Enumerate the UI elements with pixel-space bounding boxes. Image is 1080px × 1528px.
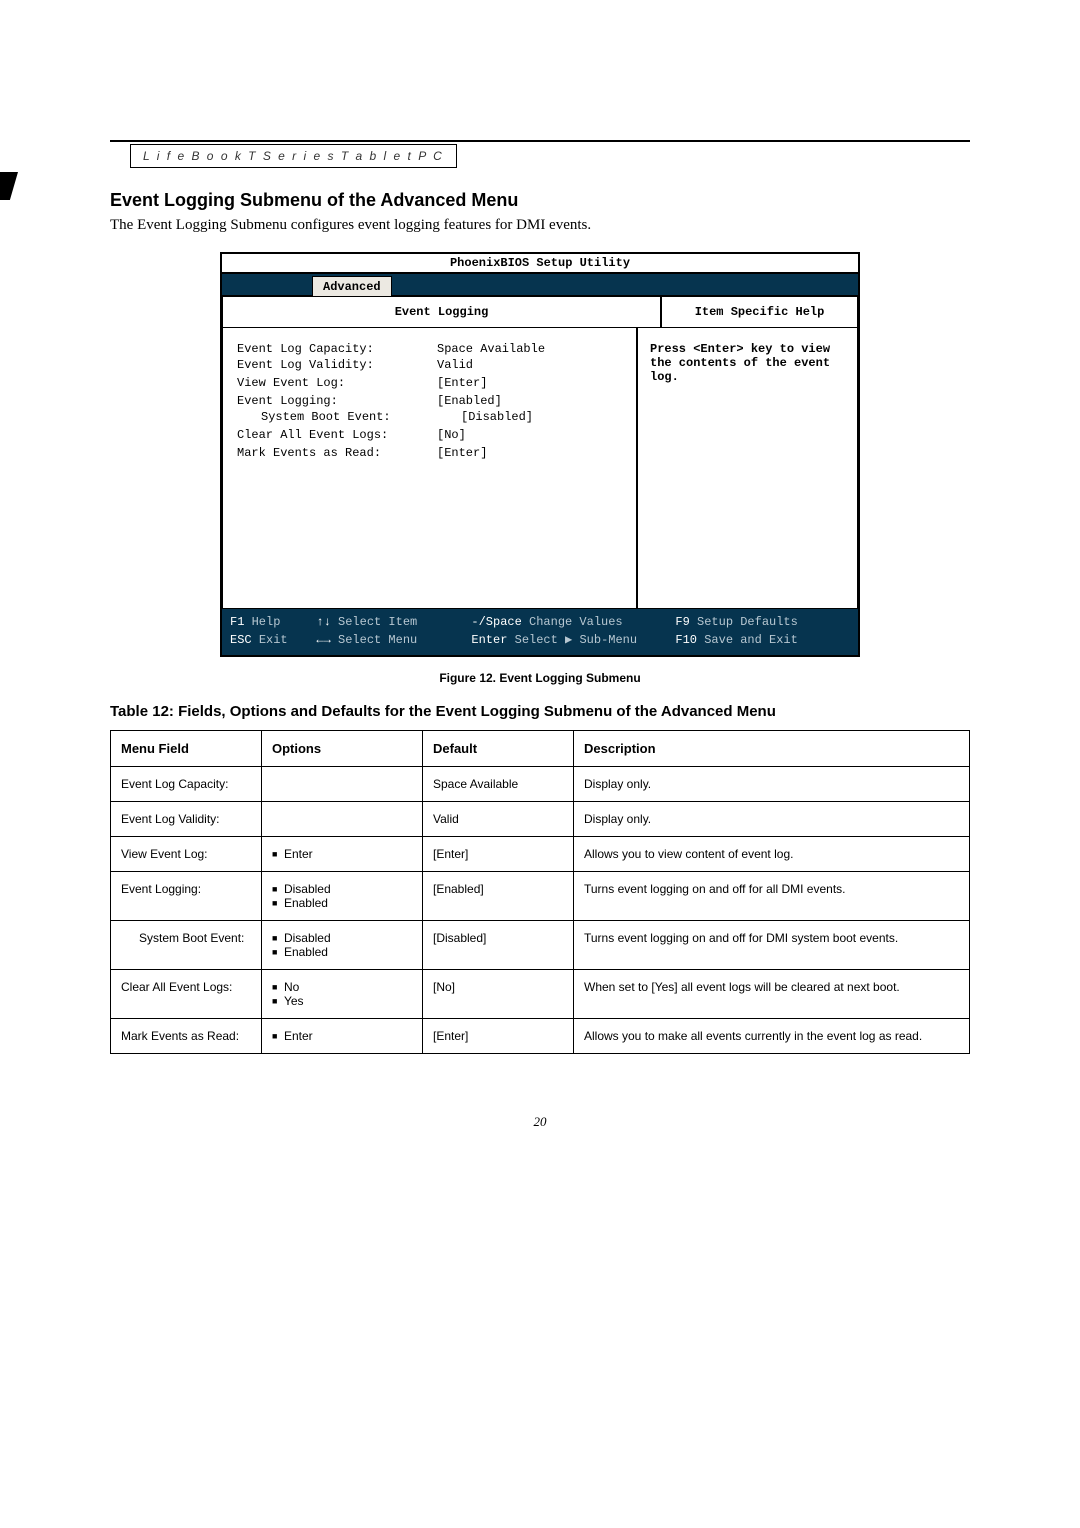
cell-options: DisabledEnabled xyxy=(262,872,423,921)
cell-description: Allows you to make all events currently … xyxy=(574,1019,970,1054)
option-item: Enabled xyxy=(272,945,412,959)
cell-menu-field: Clear All Event Logs: xyxy=(111,970,262,1019)
page-number: 20 xyxy=(110,1114,970,1130)
cell-description: When set to [Yes] all event logs will be… xyxy=(574,970,970,1019)
bios-active-tab: Advanced xyxy=(312,276,392,296)
bios-setting-row: Event Log Capacity:Space Available xyxy=(237,342,622,356)
table-row: Event Log Validity: ValidDisplay only. xyxy=(111,802,970,837)
bios-setting-row: System Boot Event:[Disabled] xyxy=(237,410,622,424)
table-row: Mark Events as Read: Enter [Enter]Allows y… xyxy=(111,1019,970,1054)
section-title: Event Logging Submenu of the Advanced Me… xyxy=(110,190,970,211)
cell-default: [Enter] xyxy=(423,837,574,872)
cell-menu-field: View Event Log: xyxy=(111,837,262,872)
bios-footer-hint: F10 Save and Exit xyxy=(675,631,842,649)
cell-menu-field: Event Logging: xyxy=(111,872,262,921)
bios-footer-hint: Enter Select ▶ Sub-Menu xyxy=(471,631,667,649)
table-title: Table 12: Fields, Options and Defaults f… xyxy=(110,703,970,720)
bios-setting-row: Event Logging:[Enabled] xyxy=(237,394,622,408)
cell-description: Turns event logging on and off for DMI s… xyxy=(574,921,970,970)
bios-setting-row: Mark Events as Read:[Enter] xyxy=(237,446,622,460)
bios-help-pane: Press <Enter> key to view the contents o… xyxy=(638,328,857,608)
bios-setting-row: View Event Log:[Enter] xyxy=(237,376,622,390)
cell-description: Allows you to view content of event log. xyxy=(574,837,970,872)
bios-settings-pane: Event Log Capacity:Space AvailableEvent … xyxy=(223,328,638,608)
bios-right-heading: Item Specific Help xyxy=(662,297,857,327)
bios-setting-value: [Enter] xyxy=(437,376,487,390)
cell-default: [Disabled] xyxy=(423,921,574,970)
top-rule xyxy=(110,140,970,142)
option-item: Enabled xyxy=(272,896,412,910)
cell-default: Space Available xyxy=(423,767,574,802)
table-row: View Event Log: Enter [Enter]Allows you to… xyxy=(111,837,970,872)
options-table: Menu Field Options Default Description E… xyxy=(110,730,970,1054)
bios-setting-value: Space Available xyxy=(437,342,545,356)
cell-options: NoYes xyxy=(262,970,423,1019)
cell-description: Display only. xyxy=(574,802,970,837)
th-menu-field: Menu Field xyxy=(111,731,262,767)
bios-footer-hint: ↑↓ Select Item xyxy=(316,613,463,631)
th-default: Default xyxy=(423,731,574,767)
cell-description: Turns event logging on and off for all D… xyxy=(574,872,970,921)
table-row: System Boot Event:DisabledEnabled[Disabl… xyxy=(111,921,970,970)
cell-menu-field: Mark Events as Read: xyxy=(111,1019,262,1054)
figure-caption: Figure 12. Event Logging Submenu xyxy=(110,671,970,685)
bios-footer-hint: F1 Help xyxy=(230,613,308,631)
cell-options xyxy=(262,802,423,837)
bios-setting-value: [Enter] xyxy=(437,446,487,460)
cell-options: Enter xyxy=(262,837,423,872)
bios-title: PhoenixBIOS Setup Utility xyxy=(222,254,858,274)
bios-setting-row: Clear All Event Logs:[No] xyxy=(237,428,622,442)
cell-default: [Enabled] xyxy=(423,872,574,921)
table-row: Event Logging:DisabledEnabled[Enabled]Tu… xyxy=(111,872,970,921)
section-intro: The Event Logging Submenu configures eve… xyxy=(110,217,970,234)
cell-description: Display only. xyxy=(574,767,970,802)
option-item: No xyxy=(272,980,412,994)
bios-footer-hint: -/Space Change Values xyxy=(471,613,667,631)
bios-setting-label: Mark Events as Read: xyxy=(237,446,437,460)
bios-screenshot: PhoenixBIOS Setup Utility Advanced Event… xyxy=(220,252,860,657)
option-item: Disabled xyxy=(272,882,412,896)
bios-menubar: Advanced xyxy=(222,274,858,296)
option-item: Yes xyxy=(272,994,412,1008)
bios-setting-row: Event Log Validity:Valid xyxy=(237,358,622,372)
product-header: L i f e B o o k T S e r i e s T a b l e … xyxy=(130,144,457,168)
table-row: Event Log Capacity: Space AvailableDispla… xyxy=(111,767,970,802)
bios-left-heading: Event Logging xyxy=(223,297,662,327)
document-page: L i f e B o o k T S e r i e s T a b l e … xyxy=(0,0,1080,1190)
bios-setting-label: Event Logging: xyxy=(237,394,437,408)
cell-options: Enter xyxy=(262,1019,423,1054)
cell-options xyxy=(262,767,423,802)
bios-setting-label: System Boot Event: xyxy=(237,410,461,424)
option-item: Disabled xyxy=(272,931,412,945)
cell-options: DisabledEnabled xyxy=(262,921,423,970)
cell-default: Valid xyxy=(423,802,574,837)
bios-setting-label: View Event Log: xyxy=(237,376,437,390)
option-item: Enter xyxy=(272,1029,412,1043)
bios-footer-hint: ESC Exit xyxy=(230,631,308,649)
cell-menu-field: Event Log Validity: xyxy=(111,802,262,837)
cell-default: [Enter] xyxy=(423,1019,574,1054)
cell-menu-field: System Boot Event: xyxy=(111,921,262,970)
bios-footer-hint: ←→ Select Menu xyxy=(316,631,463,649)
bios-setting-label: Event Log Capacity: xyxy=(237,342,437,356)
bios-setting-value: [No] xyxy=(437,428,466,442)
bios-setting-value: Valid xyxy=(437,358,473,372)
bios-setting-label: Event Log Validity: xyxy=(237,358,437,372)
table-row: Clear All Event Logs:NoYes[No]When set t… xyxy=(111,970,970,1019)
bios-setting-label: Clear All Event Logs: xyxy=(237,428,437,442)
th-description: Description xyxy=(574,731,970,767)
bios-footer-hint: F9 Setup Defaults xyxy=(675,613,842,631)
option-item: Enter xyxy=(272,847,412,861)
bios-footer: F1 Help ↑↓ Select Item -/Space Change Valu… xyxy=(222,609,858,655)
bios-setting-value: [Disabled] xyxy=(461,410,533,424)
th-options: Options xyxy=(262,731,423,767)
bios-setting-value: [Enabled] xyxy=(437,394,502,408)
cell-default: [No] xyxy=(423,970,574,1019)
cell-menu-field: Event Log Capacity: xyxy=(111,767,262,802)
